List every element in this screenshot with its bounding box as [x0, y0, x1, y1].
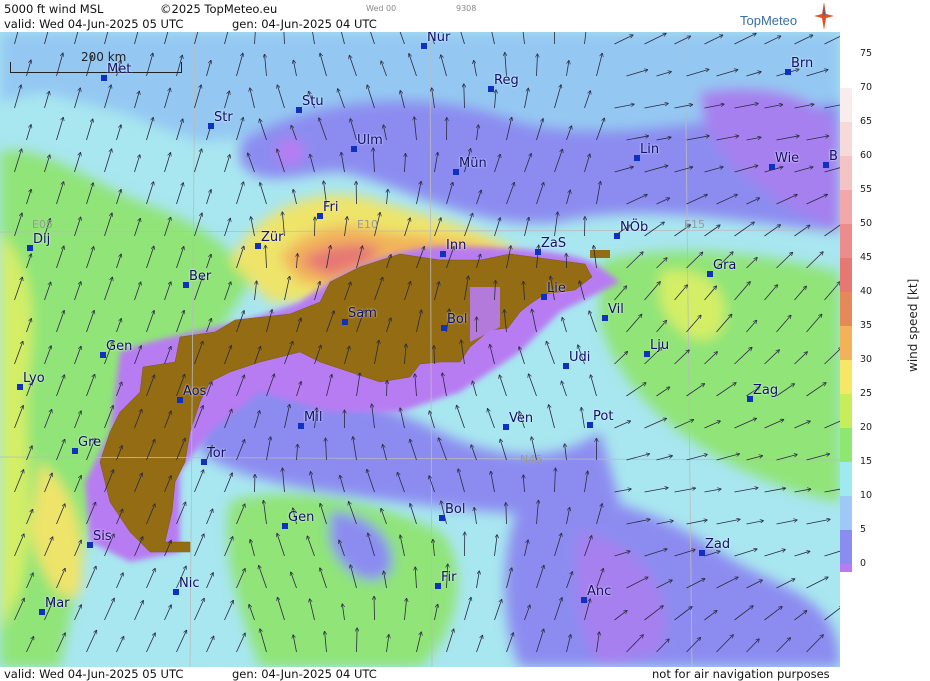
city-label: Reg — [494, 73, 519, 88]
legend-color-step — [840, 258, 852, 292]
valid-time: valid: Wed 04-Jun-2025 05 UTC — [4, 17, 184, 31]
legend-color-step — [840, 190, 852, 224]
header-bar: 5000 ft wind MSL ©2025 TopMeteo.eu Wed 0… — [0, 0, 840, 32]
city-label: Lyo — [23, 371, 45, 386]
legend-color-step — [840, 564, 852, 572]
legend-tick: 25 — [860, 388, 873, 399]
grid-label-n45: N45 — [520, 453, 543, 466]
legend-color-step — [840, 292, 852, 326]
legend-color-step — [840, 394, 852, 428]
city-label: Pot — [593, 409, 614, 424]
city-label: Mar — [45, 596, 70, 611]
small-day: Wed 00 — [366, 4, 397, 13]
legend-tick: 60 — [860, 150, 873, 161]
wind-map[interactable]: 200 km E05 E10 E15 N45 Nür Reg Met Str Stu Ul… — [0, 32, 840, 667]
city-label: Bol — [447, 312, 468, 327]
legend-tick: 15 — [860, 456, 873, 467]
city-label: Ven — [509, 411, 534, 426]
city-label: Sis — [93, 529, 112, 544]
footer-valid: valid: Wed 04-Jun-2025 05 UTC — [4, 667, 184, 681]
city-label: Ulm — [357, 133, 383, 148]
legend-tick: 75 — [860, 48, 873, 59]
legend-color-step — [840, 156, 852, 190]
footer-bar: valid: Wed 04-Jun-2025 05 UTC gen: 04-Ju… — [0, 667, 840, 681]
city-label: Bol — [445, 502, 466, 517]
legend-tick: 35 — [860, 320, 873, 331]
city-label: Mün — [459, 156, 487, 171]
city-label: Stu — [302, 94, 324, 109]
city-label: Gra — [713, 258, 737, 273]
city-label: Zad — [705, 537, 731, 552]
compass-star-icon — [814, 2, 834, 30]
city-label: Fri — [323, 200, 339, 215]
legend-color-step — [840, 88, 852, 122]
city-label: NÖb — [620, 220, 649, 235]
city-label: Nic — [179, 576, 200, 591]
small-code: 9308 — [456, 4, 477, 13]
city-label: Tor — [207, 446, 227, 461]
city-label: Aos — [183, 384, 207, 399]
legend-color-step — [840, 360, 852, 394]
city-label: Lie — [547, 281, 566, 296]
legend-tick: 40 — [860, 286, 873, 297]
city-label: ZaS — [541, 236, 567, 251]
city-label: B — [829, 149, 838, 164]
city-label: Sam — [348, 306, 377, 321]
legend-tick: 5 — [860, 524, 867, 535]
legend-color-step — [840, 530, 852, 564]
city-label: Gen — [106, 339, 133, 354]
topmeteo-logo: TopMeteo — [740, 2, 834, 30]
city-label: Inn — [446, 238, 467, 253]
legend-tick: 50 — [860, 218, 873, 229]
gen-time: gen: 04-Jun-2025 04 UTC — [232, 17, 377, 31]
product-title: 5000 ft wind MSL — [4, 2, 104, 16]
legend-color-step — [840, 54, 852, 88]
scale-bar: 200 km — [10, 50, 182, 73]
city-label: Gre — [78, 435, 102, 450]
city-label: Lin — [640, 142, 660, 157]
legend-tick: 0 — [860, 558, 867, 569]
legend-color-step — [840, 462, 852, 496]
legend-color-step — [840, 496, 852, 530]
city-label: Zür — [261, 230, 284, 245]
legend-tick: 55 — [860, 184, 873, 195]
city-label: Met — [107, 62, 132, 77]
city-label: Gen — [288, 510, 315, 525]
grid-label-e05: E05 — [32, 218, 53, 231]
city-label: Nür — [427, 32, 451, 45]
city-label: Dij — [33, 232, 51, 247]
legend-tick: 30 — [860, 354, 873, 365]
city-label: Udi — [569, 350, 591, 365]
legend-color-step — [840, 122, 852, 156]
city-label: Lju — [650, 338, 670, 353]
grid-label-e10: E10 — [357, 218, 378, 231]
city-label: Zag — [753, 383, 779, 398]
city-label: Wie — [775, 151, 800, 166]
legend-color-step — [840, 326, 852, 360]
wind-arrow — [357, 628, 358, 653]
disclaimer: not for air navigation purposes — [652, 667, 830, 681]
city-label: Brn — [791, 56, 814, 71]
copyright: ©2025 TopMeteo.eu — [160, 2, 278, 16]
legend-title: wind speed [kt] — [906, 278, 920, 372]
footer-gen: gen: 04-Jun-2025 04 UTC — [232, 667, 377, 681]
city-label: Mil — [304, 410, 323, 425]
city-label: Fir — [441, 570, 457, 585]
legend-tick: 10 — [860, 490, 873, 501]
legend-tick: 70 — [860, 82, 873, 93]
legend-color-bar — [840, 54, 852, 572]
city-label: Vil — [608, 302, 624, 317]
legend-tick: 20 — [860, 422, 873, 433]
legend-color-step — [840, 428, 852, 462]
city-label: Str — [214, 110, 233, 125]
city-label: Ber — [189, 269, 212, 284]
city-label: Anc — [587, 584, 612, 599]
legend-tick: 65 — [860, 116, 873, 127]
legend-tick: 45 — [860, 252, 873, 263]
grid-label-e15: E15 — [684, 218, 705, 231]
legend-color-step — [840, 224, 852, 258]
